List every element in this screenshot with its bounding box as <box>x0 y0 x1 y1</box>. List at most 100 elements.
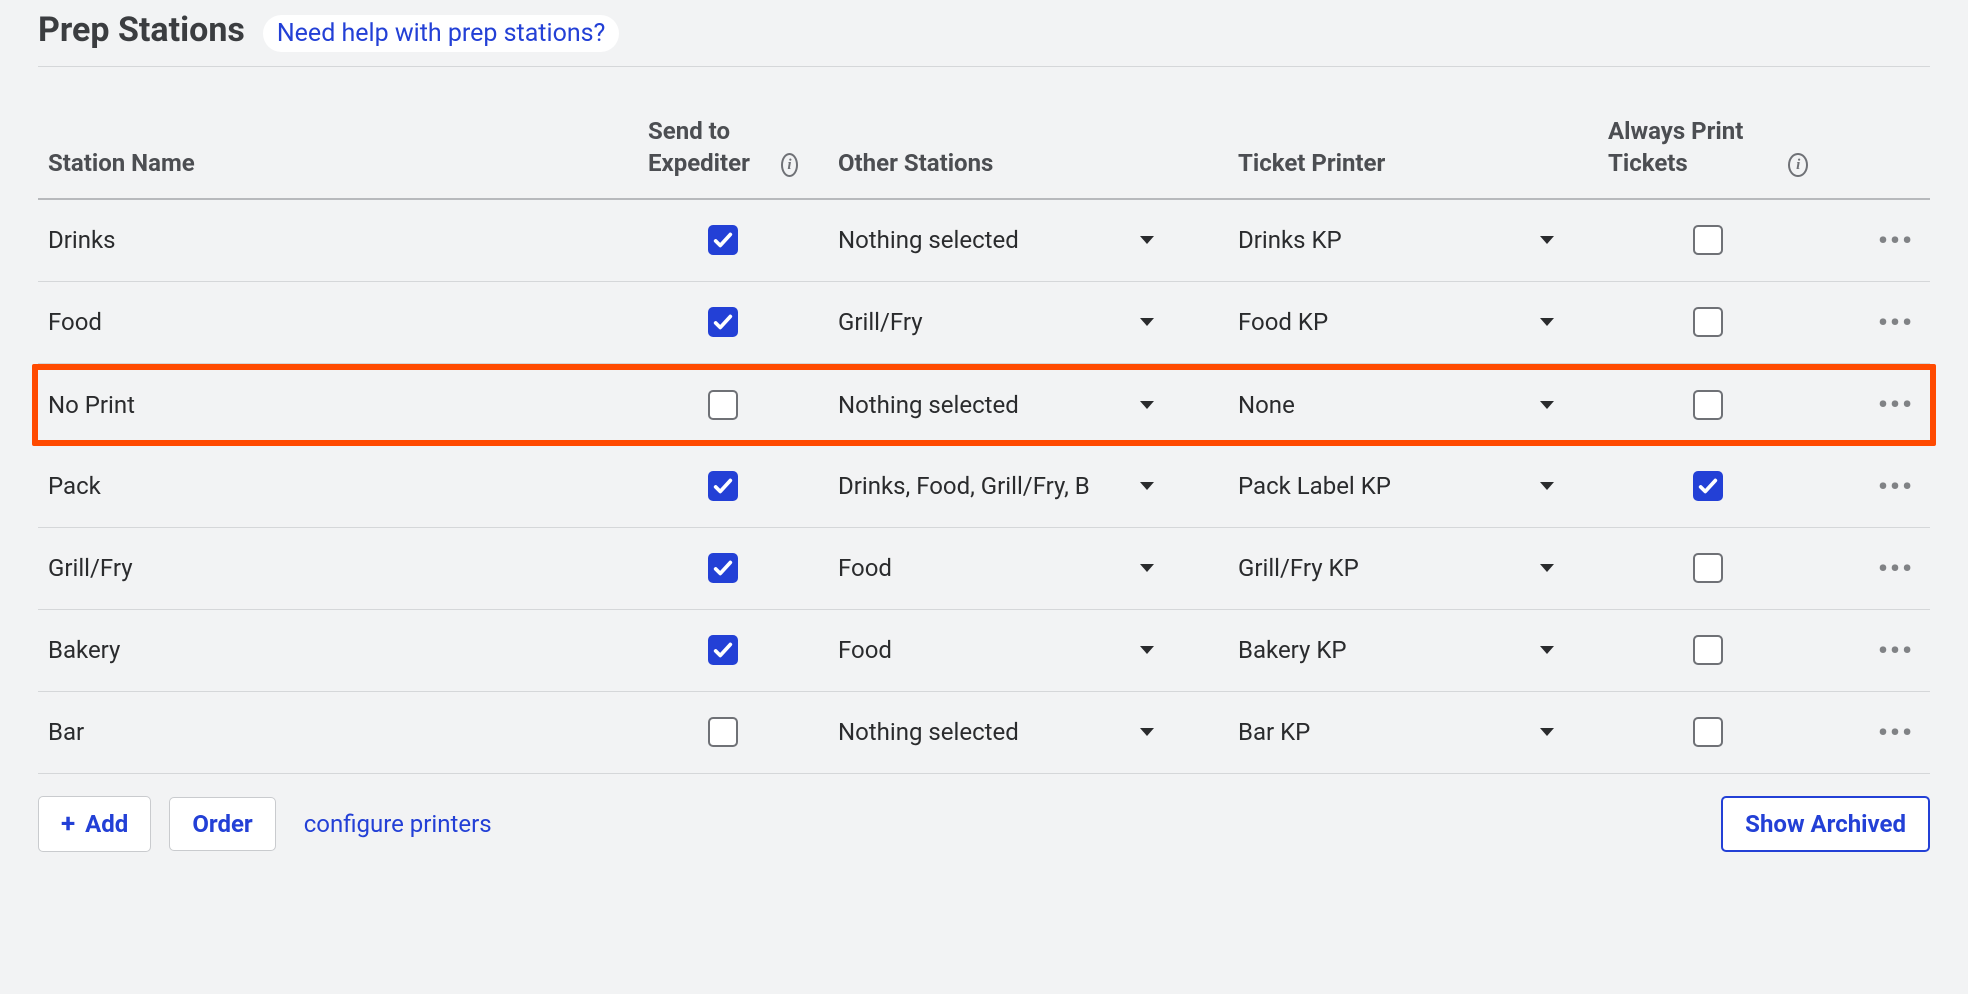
chevron-down-icon <box>1140 564 1154 572</box>
always-print-cell <box>1608 717 1808 747</box>
send-expediter-checkbox[interactable] <box>708 225 738 255</box>
other-stations-dropdown[interactable]: Grill/Fry <box>838 308 1168 336</box>
send-expediter-checkbox[interactable] <box>708 553 738 583</box>
chevron-down-icon <box>1140 646 1154 654</box>
always-print-cell <box>1608 390 1808 420</box>
info-icon[interactable]: i <box>781 153 798 177</box>
other-stations-dropdown[interactable]: Drinks, Food, Grill/Fry, B <box>838 472 1168 500</box>
always-print-cell <box>1608 635 1808 665</box>
order-button-label: Order <box>192 810 252 838</box>
send-expediter-checkbox[interactable] <box>708 471 738 501</box>
other-stations-dropdown[interactable]: Nothing selected <box>838 391 1168 419</box>
send-expediter-cell <box>648 307 838 337</box>
row-actions: ••• <box>1808 552 1928 585</box>
send-expediter-cell <box>648 225 838 255</box>
always-print-checkbox[interactable] <box>1693 635 1723 665</box>
other-stations-dropdown[interactable]: Nothing selected <box>838 718 1168 746</box>
table-row: Food Grill/Fry Food KP ••• <box>38 282 1930 364</box>
table-row: No Print Nothing selected None ••• <box>32 364 1936 446</box>
chevron-down-icon <box>1540 564 1554 572</box>
info-icon[interactable]: i <box>1788 153 1808 177</box>
ticket-printer-cell: Food KP <box>1238 308 1608 336</box>
other-stations-cell: Grill/Fry <box>838 308 1238 336</box>
station-name[interactable]: No Print <box>48 391 648 419</box>
order-button[interactable]: Order <box>169 797 275 851</box>
other-stations-dropdown[interactable]: Food <box>838 636 1168 664</box>
send-expediter-cell <box>648 553 838 583</box>
ticket-printer-cell: Bakery KP <box>1238 636 1608 664</box>
station-name[interactable]: Grill/Fry <box>48 554 648 582</box>
plus-icon: + <box>61 809 75 839</box>
ticket-printer-dropdown[interactable]: Grill/Fry KP <box>1238 554 1568 582</box>
send-expediter-cell <box>648 471 838 501</box>
always-print-cell <box>1608 307 1808 337</box>
other-stations-dropdown[interactable]: Nothing selected <box>838 226 1168 254</box>
always-print-checkbox[interactable] <box>1693 717 1723 747</box>
station-name[interactable]: Pack <box>48 472 648 500</box>
row-actions: ••• <box>1808 716 1928 749</box>
row-actions: ••• <box>1808 224 1928 257</box>
more-icon[interactable]: ••• <box>1878 306 1914 339</box>
page-header: Prep Stations Need help with prep statio… <box>38 10 1930 67</box>
other-stations-cell: Food <box>838 636 1238 664</box>
ticket-printer-cell: None <box>1238 391 1608 419</box>
table-footer: + Add Order configure printers Show Arch… <box>38 774 1930 852</box>
table-row: Drinks Nothing selected Drinks KP ••• <box>38 200 1930 282</box>
chevron-down-icon <box>1140 728 1154 736</box>
more-icon[interactable]: ••• <box>1878 552 1914 585</box>
help-link[interactable]: Need help with prep stations? <box>263 15 620 52</box>
always-print-checkbox[interactable] <box>1693 553 1723 583</box>
station-name[interactable]: Food <box>48 308 648 336</box>
other-stations-dropdown[interactable]: Food <box>838 554 1168 582</box>
station-name[interactable]: Drinks <box>48 226 648 254</box>
more-icon[interactable]: ••• <box>1878 634 1914 667</box>
more-icon[interactable]: ••• <box>1878 470 1914 503</box>
col-other-stations: Other Stations <box>838 147 1238 179</box>
station-name[interactable]: Bakery <box>48 636 648 664</box>
other-stations-cell: Food <box>838 554 1238 582</box>
send-expediter-checkbox[interactable] <box>708 390 738 420</box>
always-print-cell <box>1608 553 1808 583</box>
ticket-printer-cell: Bar KP <box>1238 718 1608 746</box>
other-stations-cell: Nothing selected <box>838 226 1238 254</box>
send-expediter-checkbox[interactable] <box>708 307 738 337</box>
always-print-checkbox[interactable] <box>1693 225 1723 255</box>
row-actions: ••• <box>1808 388 1928 421</box>
ticket-printer-dropdown[interactable]: Drinks KP <box>1238 226 1568 254</box>
ticket-printer-dropdown[interactable]: Pack Label KP <box>1238 472 1568 500</box>
always-print-cell <box>1608 471 1808 501</box>
col-always-print: Always Print Tickets i <box>1608 115 1808 180</box>
table-row: Pack Drinks, Food, Grill/Fry, B Pack Label… <box>38 446 1930 528</box>
chevron-down-icon <box>1540 646 1554 654</box>
show-archived-button[interactable]: Show Archived <box>1721 796 1930 852</box>
more-icon[interactable]: ••• <box>1878 716 1914 749</box>
station-name[interactable]: Bar <box>48 718 648 746</box>
more-icon[interactable]: ••• <box>1878 224 1914 257</box>
ticket-printer-dropdown[interactable]: None <box>1238 391 1568 419</box>
send-expediter-checkbox[interactable] <box>708 635 738 665</box>
send-expediter-checkbox[interactable] <box>708 717 738 747</box>
configure-printers-link[interactable]: configure printers <box>304 810 492 838</box>
add-button-label: Add <box>85 810 128 838</box>
ticket-printer-dropdown[interactable]: Food KP <box>1238 308 1568 336</box>
add-button[interactable]: + Add <box>38 796 151 852</box>
chevron-down-icon <box>1140 482 1154 490</box>
other-stations-cell: Nothing selected <box>838 391 1238 419</box>
ticket-printer-dropdown[interactable]: Bar KP <box>1238 718 1568 746</box>
col-send-expediter-label: Send to Expediter <box>648 115 773 180</box>
send-expediter-cell <box>648 717 838 747</box>
always-print-checkbox[interactable] <box>1693 307 1723 337</box>
more-icon[interactable]: ••• <box>1878 388 1914 421</box>
chevron-down-icon <box>1140 401 1154 409</box>
always-print-checkbox[interactable] <box>1693 471 1723 501</box>
ticket-printer-cell: Grill/Fry KP <box>1238 554 1608 582</box>
ticket-printer-cell: Pack Label KP <box>1238 472 1608 500</box>
chevron-down-icon <box>1140 318 1154 326</box>
always-print-cell <box>1608 225 1808 255</box>
ticket-printer-cell: Drinks KP <box>1238 226 1608 254</box>
always-print-checkbox[interactable] <box>1693 390 1723 420</box>
ticket-printer-dropdown[interactable]: Bakery KP <box>1238 636 1568 664</box>
col-station-name: Station Name <box>48 147 648 179</box>
chevron-down-icon <box>1540 482 1554 490</box>
send-expediter-cell <box>648 390 838 420</box>
